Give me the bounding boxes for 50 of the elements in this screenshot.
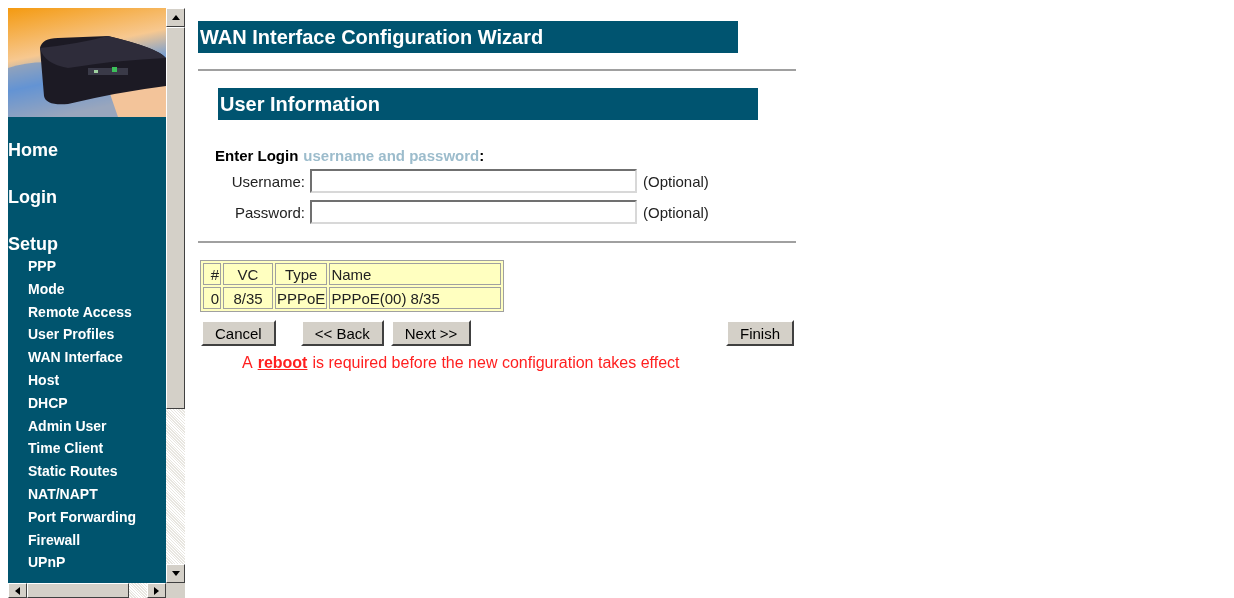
nav-link[interactable]: Home <box>8 139 58 161</box>
table-cell: 0 <box>203 287 221 309</box>
vertical-scrollbar[interactable] <box>166 8 185 583</box>
nav-link[interactable]: NAT/NAPT <box>28 484 98 503</box>
column-header: VC <box>223 263 273 285</box>
section-title: User Information <box>218 88 758 120</box>
nav-link[interactable]: Firewall <box>28 530 81 549</box>
nav-link[interactable]: User Profiles <box>28 325 115 344</box>
up-arrow-icon[interactable] <box>171 15 180 20</box>
nav-link[interactable]: Remote Access <box>28 302 132 321</box>
nav-link[interactable]: WAN Interface <box>28 348 123 367</box>
optional-note: (Optional) <box>643 203 709 221</box>
nav-link[interactable]: PPP <box>28 257 56 275</box>
prompt-label: Enter Login <box>215 147 299 164</box>
nav-link[interactable]: Static Routes <box>28 462 118 481</box>
nav-link[interactable]: Port Forwarding <box>28 507 137 526</box>
scrollbar-thumb[interactable] <box>166 27 185 409</box>
nav-link[interactable]: Host <box>28 371 60 389</box>
left-arrow-icon[interactable] <box>15 586 20 595</box>
prompt-colon: : <box>479 147 485 164</box>
prompt-hint: username and password <box>303 147 480 164</box>
nav-link[interactable]: Mode <box>28 279 65 298</box>
table-cell: 8/35 <box>223 287 273 309</box>
page-title: WAN Interface Configuration Wizard <box>198 21 738 53</box>
optional-note: (Optional) <box>643 172 709 190</box>
column-header: # <box>203 263 221 285</box>
input-field[interactable] <box>310 200 637 224</box>
nav-link[interactable]: Admin User <box>28 416 107 435</box>
notice-text: is required before the new configuration takes effect <box>312 354 680 372</box>
column-header: Name <box>329 263 502 285</box>
down-arrow-icon[interactable] <box>171 571 180 576</box>
table-cell: PPPoE(00) 8/35 <box>329 287 502 309</box>
back-button[interactable]: << Back <box>300 320 384 346</box>
input-field[interactable] <box>310 169 637 193</box>
next-button[interactable]: Next >> <box>390 320 472 346</box>
reboot-link[interactable]: reboot <box>257 354 308 372</box>
field-label: Username: <box>230 172 306 190</box>
cancel-button[interactable]: Cancel <box>201 320 276 346</box>
table-cell: PPPoE <box>275 287 328 309</box>
nav-link[interactable]: Setup <box>8 233 58 255</box>
nav-link[interactable]: Time Client <box>28 439 104 458</box>
nav-link[interactable]: DHCP <box>28 393 68 412</box>
nav-link[interactable]: Login <box>8 186 57 208</box>
scrollbar-thumb[interactable] <box>27 583 129 598</box>
nav-link[interactable]: UPnP <box>28 553 66 572</box>
notice-text: A <box>242 354 253 372</box>
field-label: Password: <box>233 203 306 221</box>
right-arrow-icon[interactable] <box>154 586 159 595</box>
finish-button[interactable]: Finish <box>726 320 794 346</box>
column-header: Type <box>275 263 328 285</box>
